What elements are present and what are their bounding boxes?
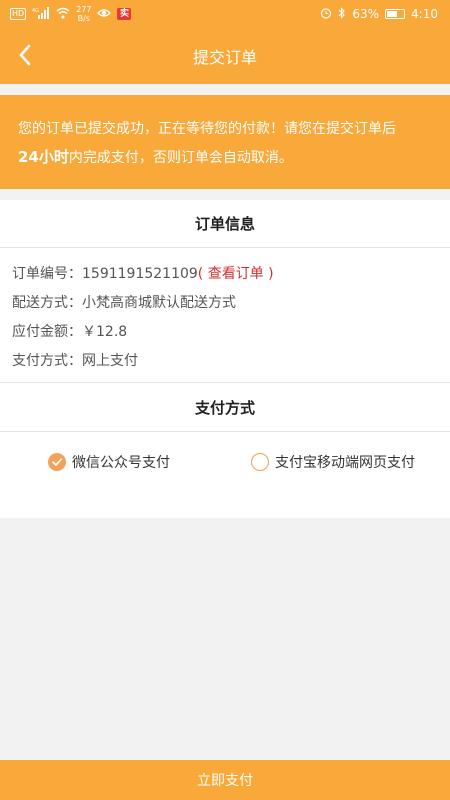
order-number-value: 1591191521109 xyxy=(82,266,198,282)
chevron-left-icon xyxy=(19,44,31,66)
pay-type-label: 支付方式： xyxy=(12,353,82,369)
view-order-link[interactable]: ( 查看订单 ) xyxy=(198,266,274,282)
amount-label: 应付金额： xyxy=(12,324,82,340)
radio-checked-icon xyxy=(48,453,66,471)
wifi-icon xyxy=(56,7,70,22)
net-speed-unit: B/s xyxy=(77,14,90,23)
delivery-row: 配送方式：小梵高商城默认配送方式 xyxy=(12,292,236,312)
pay-option-alipay[interactable]: 支付宝移动端网页支付 xyxy=(251,452,415,472)
pay-option-label: 微信公众号支付 xyxy=(72,455,170,471)
banner-line-1: 您的订单已提交成功，正在等待您的付款！请您在提交订单后 xyxy=(18,121,396,137)
pay-option-wechat[interactable]: 微信公众号支付 xyxy=(48,452,170,472)
app-notification-icon: 实 xyxy=(117,8,132,20)
pay-now-button[interactable]: 立即支付 xyxy=(0,760,450,800)
divider xyxy=(0,431,450,432)
bluetooth-icon xyxy=(338,6,346,22)
nav-bar: 提交订单 xyxy=(0,28,450,84)
signal-icon: 4G xyxy=(32,6,50,22)
net-speed: 277 B/s xyxy=(76,5,91,23)
status-right: 63% 4:10 xyxy=(320,6,438,22)
eye-icon xyxy=(97,7,112,21)
divider xyxy=(0,382,450,383)
back-button[interactable] xyxy=(8,38,42,72)
payment-method-title: 支付方式 xyxy=(194,399,255,417)
banner-line-2: 24小时内完成支付，否则订单会自动取消。 xyxy=(18,143,434,172)
order-number-row: 订单编号：1591191521109( 查看订单 ) xyxy=(12,263,274,283)
order-info-title: 订单信息 xyxy=(194,215,255,233)
amount-row: 应付金额：￥12.8 xyxy=(12,321,127,341)
order-number-label: 订单编号： xyxy=(12,266,82,282)
banner-deadline: 24小时 xyxy=(18,148,69,166)
battery-percent: 63% xyxy=(352,7,380,21)
status-time: 4:10 xyxy=(411,7,438,21)
status-bar: HD 4G 277 B/s 实 63% 4:10 xyxy=(0,0,450,28)
pay-option-label: 支付宝移动端网页支付 xyxy=(275,455,415,471)
delivery-label: 配送方式： xyxy=(12,295,82,311)
pay-type-value: 网上支付 xyxy=(82,353,138,369)
net-speed-value: 277 xyxy=(76,5,92,14)
banner-line-2-rest: 内完成支付，否则订单会自动取消。 xyxy=(68,150,293,166)
alarm-icon xyxy=(320,7,332,22)
battery-icon xyxy=(385,9,406,19)
divider xyxy=(0,247,450,248)
radio-unchecked-icon xyxy=(251,453,269,471)
page-title: 提交订单 xyxy=(192,48,257,67)
delivery-value: 小梵高商城默认配送方式 xyxy=(82,295,236,311)
status-left: HD 4G 277 B/s 实 xyxy=(10,5,132,23)
amount-value: ￥12.8 xyxy=(82,324,128,340)
network-type: 4G xyxy=(32,8,39,14)
success-banner: 您的订单已提交成功，正在等待您的付款！请您在提交订单后 24小时内完成支付，否则… xyxy=(0,95,450,189)
hd-indicator: HD xyxy=(10,8,27,20)
pay-type-row: 支付方式：网上支付 xyxy=(12,350,138,370)
